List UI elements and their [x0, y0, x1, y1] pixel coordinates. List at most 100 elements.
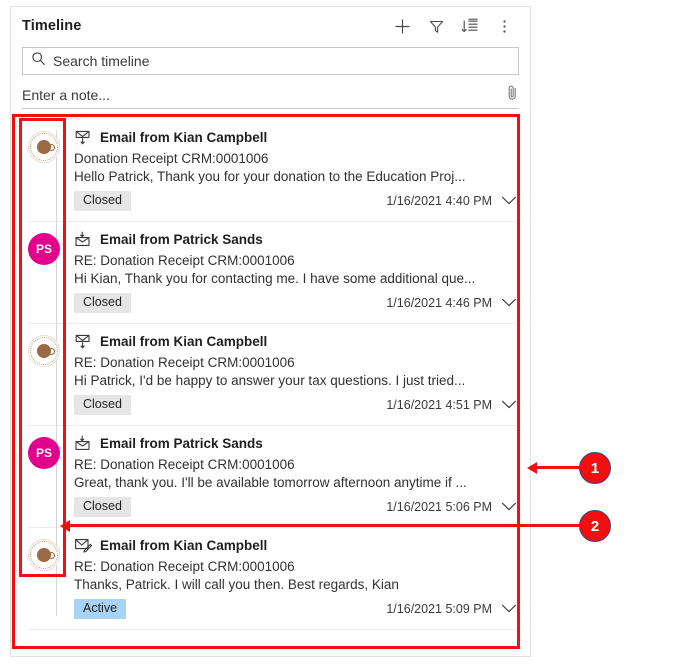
timeline-item[interactable]: Email from Kian Campbell Donation Receipt… — [16, 120, 527, 221]
timeline-item-header: Email from Kian Campbell — [74, 127, 517, 147]
timeline-item-timestamp: 1/16/2021 4:51 PM — [386, 397, 492, 412]
attach-button[interactable] — [506, 84, 519, 106]
paperclip-icon — [506, 84, 519, 106]
timeline-item-header: Email from Kian Campbell — [74, 331, 517, 351]
search-icon — [31, 51, 46, 71]
timeline-list: Email from Kian Campbell Donation Receipt… — [16, 120, 527, 630]
email-received-icon — [74, 435, 92, 451]
email-draft-icon — [74, 537, 92, 553]
note-placeholder: Enter a note... — [22, 87, 110, 103]
timeline-item[interactable]: PS Email from Patrick Sands RE: Donation R… — [16, 426, 527, 527]
annotation-arrowhead-2 — [60, 519, 70, 532]
status-badge: Closed — [74, 191, 131, 211]
timeline-item[interactable]: PS Email from Patrick Sands RE: Donation R… — [16, 222, 527, 323]
timeline-item-snippet: Thanks, Patrick. I will call you then. B… — [74, 577, 399, 592]
add-button[interactable] — [386, 11, 418, 41]
timeline-item-subject: RE: Donation Receipt CRM:0001006 — [74, 355, 295, 370]
filter-icon — [428, 18, 445, 35]
timeline-item-title: Email from Kian Campbell — [100, 537, 268, 553]
status-badge: Active — [74, 599, 127, 619]
chevron-down-icon[interactable] — [501, 399, 517, 410]
timeline-item-meta: 1/16/2021 4:40 PM — [386, 194, 517, 208]
screenshot-root: Timeline Search timeline Enter a note...… — [0, 0, 700, 667]
timeline-item-footer: Closed 1/16/2021 4:40 PM — [74, 191, 517, 211]
timeline-item-title: Email from Kian Campbell — [100, 129, 268, 145]
annotation-callout-2: 2 — [579, 510, 611, 542]
timeline-panel: Timeline Search timeline Enter a note...… — [10, 6, 531, 657]
timeline-item-divider — [28, 629, 517, 630]
org-logo-icon — [30, 337, 58, 365]
timeline-avatar-column — [16, 127, 72, 215]
timeline-header: Timeline — [11, 7, 530, 45]
timeline-item[interactable]: Email from Kian Campbell RE: Donation Rec… — [16, 528, 527, 629]
avatar[interactable] — [28, 335, 60, 367]
timeline-item-title: Email from Kian Campbell — [100, 333, 268, 349]
note-input[interactable]: Enter a note... — [22, 82, 519, 109]
filter-button[interactable] — [420, 11, 452, 41]
timeline-header-actions — [386, 11, 520, 41]
annotation-leader-1 — [536, 466, 580, 469]
timeline-avatar-column: PS — [16, 229, 72, 317]
avatar-initials: PS — [35, 446, 52, 460]
chevron-down-icon[interactable] — [501, 501, 517, 512]
chevron-down-icon[interactable] — [501, 297, 517, 308]
timeline-avatar-column: PS — [16, 433, 72, 521]
avatar[interactable]: PS — [28, 437, 60, 469]
timeline-item-body: Email from Kian Campbell RE: Donation Rec… — [72, 535, 517, 623]
timeline-item-body: Email from Patrick Sands RE: Donation Rec… — [72, 229, 517, 317]
search-input[interactable]: Search timeline — [22, 47, 519, 75]
timeline-item-timestamp: 1/16/2021 5:06 PM — [386, 499, 492, 514]
add-icon — [394, 18, 411, 35]
timeline-item-subject: Donation Receipt CRM:0001006 — [74, 151, 269, 166]
annotation-arrowhead-1 — [527, 461, 537, 474]
avatar[interactable] — [28, 539, 60, 571]
chevron-down-icon[interactable] — [501, 603, 517, 614]
timeline-item-body: Email from Kian Campbell Donation Receipt… — [72, 127, 517, 215]
sort-button[interactable] — [454, 11, 486, 41]
more-options-icon — [502, 18, 507, 35]
timeline-item-header: Email from Kian Campbell — [74, 535, 517, 555]
annotation-callout-1-label: 1 — [590, 459, 600, 477]
email-closed-icon — [74, 129, 92, 145]
timeline-item-subject: RE: Donation Receipt CRM:0001006 — [74, 253, 295, 268]
timeline-item-footer: Closed 1/16/2021 4:46 PM — [74, 293, 517, 313]
annotation-callout-1: 1 — [579, 452, 611, 484]
org-logo-icon — [30, 541, 58, 569]
status-badge: Closed — [74, 293, 131, 313]
timeline-item-timestamp: 1/16/2021 4:46 PM — [386, 295, 492, 310]
timeline-avatar-column — [16, 331, 72, 419]
avatar[interactable] — [28, 131, 60, 163]
avatar-initials: PS — [35, 242, 52, 256]
timeline-avatar-column — [16, 535, 72, 623]
search-container: Search timeline — [11, 45, 530, 75]
timeline-item-meta: 1/16/2021 5:09 PM — [386, 602, 517, 616]
timeline-item-title: Email from Patrick Sands — [100, 231, 263, 247]
timeline-item-subject: RE: Donation Receipt CRM:0001006 — [74, 559, 295, 574]
chevron-down-icon[interactable] — [501, 195, 517, 206]
note-container: Enter a note... — [11, 75, 530, 109]
more-options-button[interactable] — [488, 11, 520, 41]
timeline-item-snippet: Hi Kian, Thank you for contacting me. I … — [74, 271, 476, 286]
timeline-item-header: Email from Patrick Sands — [74, 433, 517, 453]
org-logo-icon — [30, 133, 58, 161]
timeline-item-timestamp: 1/16/2021 5:09 PM — [386, 601, 492, 616]
timeline-item[interactable]: Email from Kian Campbell RE: Donation Rec… — [16, 324, 527, 425]
timeline-item-header: Email from Patrick Sands — [74, 229, 517, 249]
timeline-item-title: Email from Patrick Sands — [100, 435, 263, 451]
status-badge: Closed — [74, 395, 131, 415]
timeline-item-meta: 1/16/2021 5:06 PM — [386, 500, 517, 514]
timeline-item-footer: Closed 1/16/2021 4:51 PM — [74, 395, 517, 415]
timeline-item-body: Email from Patrick Sands RE: Donation Rec… — [72, 433, 517, 521]
timeline-list-scroll[interactable]: Email from Kian Campbell Donation Receipt… — [16, 120, 527, 647]
status-badge: Closed — [74, 497, 131, 517]
timeline-item-snippet: Hi Patrick, I'd be happy to answer your … — [74, 373, 466, 388]
timeline-item-snippet: Great, thank you. I'll be available tomo… — [74, 475, 467, 490]
timeline-item-timestamp: 1/16/2021 4:40 PM — [386, 193, 492, 208]
avatar[interactable]: PS — [28, 233, 60, 265]
annotation-leader-2 — [70, 524, 580, 527]
search-placeholder: Search timeline — [53, 53, 150, 69]
timeline-item-footer: Closed 1/16/2021 5:06 PM — [74, 497, 517, 517]
timeline-item-snippet: Hello Patrick, Thank you for your donati… — [74, 169, 466, 184]
timeline-item-footer: Active 1/16/2021 5:09 PM — [74, 599, 517, 619]
email-closed-icon — [74, 333, 92, 349]
